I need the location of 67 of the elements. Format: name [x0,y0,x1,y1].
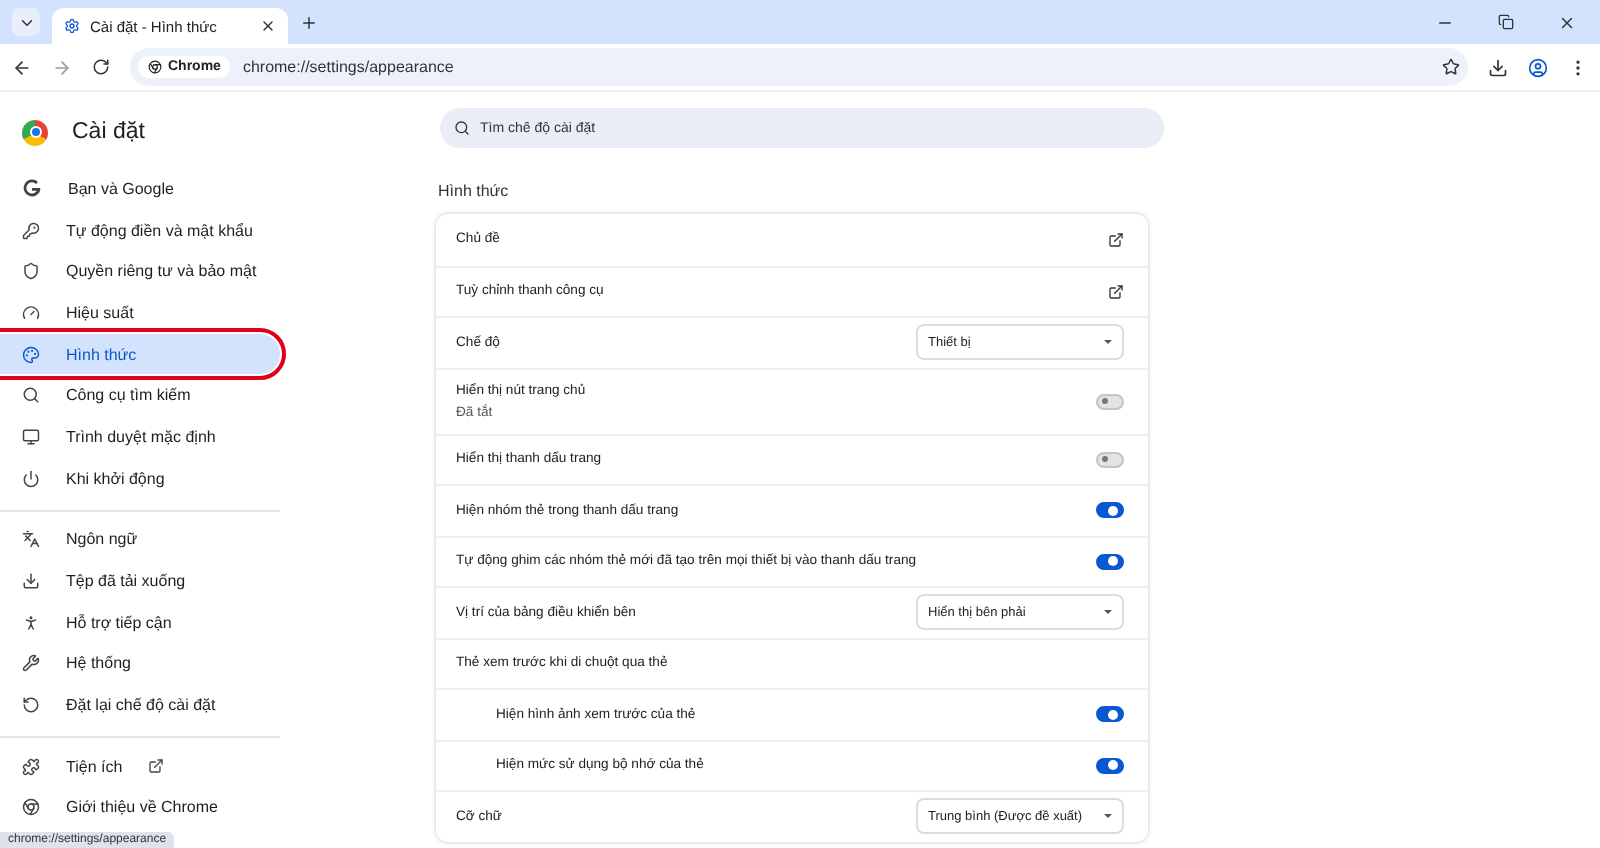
sidebar-icon [22,572,40,591]
sidebar-item[interactable]: Hỗ trợ tiếp cận [0,601,280,644]
sidebar-item[interactable]: Khi khởi động [0,457,280,499]
external-link-icon[interactable] [1108,231,1124,248]
plus-icon [300,13,318,31]
sidebar-icon [22,654,40,673]
external-link-icon [148,758,165,775]
sidebar-item[interactable]: Đặt lại chế độ cài đặt [0,684,280,726]
sidebar-icon [22,427,40,446]
sidebar-icon [22,696,40,715]
close-icon [260,18,276,34]
sidebar-item[interactable]: Công cụ tìm kiếm [0,374,280,417]
tab-search-button[interactable] [12,8,40,36]
sidebar-item[interactable]: Quyền riêng tư và bảo mật [0,250,280,293]
sidebar-icon [22,613,40,632]
sidebar-item[interactable]: Hệ thống [0,643,280,685]
sidebar-item[interactable]: Tệp đã tải xuống [0,560,280,602]
sidebar-item[interactable]: Tự động điền và mật khẩu [0,209,280,251]
back-icon [12,57,32,77]
restore-icon [1498,14,1514,30]
profile-button[interactable] [1528,57,1548,77]
sidebar-icon [22,757,40,776]
new-tab-button[interactable] [300,13,318,31]
toggle-switch[interactable] [1096,706,1124,723]
external-link-icon[interactable] [1108,283,1124,300]
gear-icon [64,18,80,34]
sidebar-icon [22,386,40,405]
g-letter-icon [22,178,42,199]
reload-icon [92,58,110,76]
toggle-switch[interactable] [1096,553,1124,570]
sidebar-icon [22,303,40,322]
restore-button[interactable] [1498,13,1514,31]
url-text: chrome://settings/appearance [242,58,456,76]
sidebar-icon [22,262,40,281]
download-icon [1488,57,1508,77]
profile-icon [1528,57,1548,77]
search-icon [454,120,470,136]
close-tab-button[interactable] [260,18,276,34]
forward-button[interactable] [52,57,72,77]
sidebar-icon [22,530,40,549]
sidebar-icon [22,221,40,240]
sidebar-item[interactable]: Bạn và Google [0,168,280,210]
chrome-icon [148,60,162,74]
page-title: Cài đặt [72,120,145,144]
toggle-switch[interactable] [1096,451,1124,468]
forward-icon [52,57,72,77]
reload-button[interactable] [92,58,110,76]
chrome-logo-icon [22,119,48,145]
sidebar-icon [22,798,40,817]
toggle-switch[interactable] [1096,393,1124,409]
sidebar-icon [22,345,40,364]
close-icon [1558,13,1576,31]
star-icon [1442,58,1460,76]
bookmark-star-button[interactable] [1442,58,1460,76]
sidebar-item[interactable]: Hình thức [0,333,280,375]
sidebar-icon [22,469,40,488]
sidebar-item[interactable]: Giới thiệu về Chrome [0,787,280,829]
section-heading: Hình thức [438,182,511,200]
close-button[interactable] [1558,13,1576,31]
download-button[interactable] [1488,57,1508,77]
sidebar-item[interactable]: Ngôn ngữ [0,519,280,561]
sidebar-item[interactable]: Trình duyệt mặc định [0,416,280,458]
back-button[interactable] [12,57,32,77]
toggle-switch[interactable] [1096,502,1124,519]
sidebar-item[interactable]: Tiện ích [0,745,280,788]
toggle-switch[interactable] [1096,757,1124,774]
sidebar-item[interactable]: Hiệu suất [0,292,280,334]
